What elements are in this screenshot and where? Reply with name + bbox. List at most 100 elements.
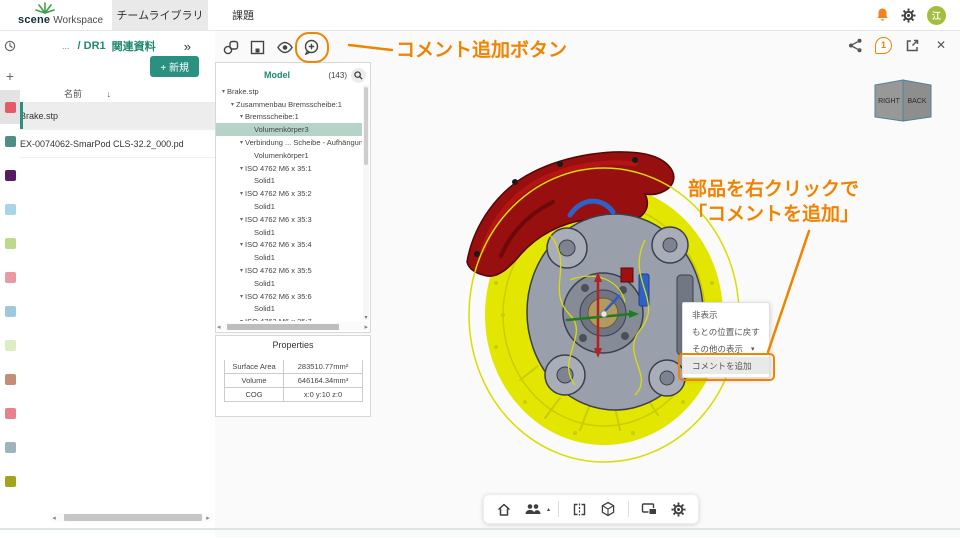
scroll-down-icon[interactable]: ▾ [363, 314, 369, 321]
tree-row[interactable]: ▾ Solid1 [216, 200, 362, 213]
tree-node-label: ISO 4762 M6 x 35:4 [245, 240, 312, 250]
tree-hscrollbar[interactable]: ◂ ▸ [217, 322, 369, 331]
breadcrumb-path[interactable]: / DR1 [78, 40, 106, 52]
tree-row[interactable]: ▾ Solid1 [216, 175, 362, 188]
hscroll-thumb[interactable] [226, 323, 339, 330]
collapse-panel-icon[interactable]: » [184, 39, 191, 54]
tab-issues[interactable]: 課題 [208, 0, 278, 30]
vscroll-thumb[interactable] [364, 87, 368, 165]
tree-vscrollbar[interactable]: ▾ [363, 85, 369, 321]
settings-gear-icon[interactable] [901, 7, 916, 23]
open-in-new-icon[interactable] [903, 36, 921, 54]
bottom-divider [0, 528, 960, 530]
caret-down-icon[interactable]: ▾ [240, 318, 243, 321]
tree-row[interactable]: ▾ Solid1 [216, 303, 362, 316]
color-chip[interactable] [0, 226, 20, 260]
context-menu-item[interactable]: コメントを追加 ▾ [683, 357, 769, 374]
context-menu-item[interactable]: もとの位置に戻す ▾ [683, 323, 769, 340]
tree-row[interactable]: ▾ Verbindung ... Scheibe - Aufhängun [216, 136, 362, 149]
caret-up-icon[interactable]: ▴ [547, 506, 550, 513]
share-icon[interactable] [846, 36, 864, 54]
tree-row[interactable]: ▾ Solid1 [216, 251, 362, 264]
tree-search-icon[interactable] [351, 67, 366, 83]
file-list-header[interactable]: 名前 ↓ [20, 84, 215, 103]
chip-swatch [4, 101, 16, 113]
caret-down-icon[interactable]: ▾ [240, 113, 243, 120]
visibility-eye-icon[interactable] [271, 35, 298, 59]
color-chip[interactable] [0, 260, 20, 294]
hscroll-thumb[interactable] [64, 514, 202, 521]
tab-team-library[interactable]: チームライブラリ [112, 0, 208, 30]
screen-share-icon[interactable] [637, 497, 661, 521]
viewer-settings-gear-icon[interactable] [666, 497, 690, 521]
notifications-bell-icon[interactable] [875, 7, 890, 23]
new-file-button[interactable]: + 新規 [150, 56, 199, 77]
color-chip[interactable] [0, 430, 20, 464]
context-menu-item[interactable]: 非表示 ▾ [683, 306, 769, 323]
left-rail: + [0, 30, 21, 538]
context-menu-item[interactable]: その他の表示 ▾ [683, 340, 769, 357]
model-cube-icon[interactable] [596, 497, 620, 521]
color-chip[interactable] [0, 464, 20, 498]
viewer-3d[interactable]: Model (143) ▾ Brake.stp ▾ Zusammenbau Br… [215, 30, 960, 538]
file-panel-hscrollbar[interactable]: ◂ ▸ [50, 513, 212, 522]
color-chip[interactable] [0, 328, 20, 362]
properties-title: Properties [272, 340, 314, 350]
caret-down-icon[interactable]: ▾ [240, 267, 243, 274]
color-chip[interactable] [0, 158, 20, 192]
tree-row[interactable]: ▾ Volumenkörper1 [216, 149, 362, 162]
caret-down-icon[interactable]: ▾ [240, 216, 243, 223]
tree-row[interactable]: ▾ ISO 4762 M6 x 35:7 [216, 315, 362, 321]
bounding-box-icon[interactable] [244, 35, 271, 59]
tree-row[interactable]: ▾ ISO 4762 M6 x 35:6 [216, 290, 362, 303]
tree-node-label: ISO 4762 M6 x 35:1 [245, 163, 312, 173]
tree-row[interactable]: ▾ ISO 4762 M6 x 35:2 [216, 187, 362, 200]
add-comment-icon[interactable] [298, 35, 325, 59]
file-row[interactable]: Brake.stp [20, 102, 215, 130]
caret-down-icon[interactable]: ▾ [231, 101, 234, 108]
sort-down-icon[interactable]: ↓ [107, 89, 112, 99]
color-chip[interactable] [0, 362, 20, 396]
collaboration-users-icon[interactable] [521, 497, 545, 521]
navigation-cube[interactable]: RIGHT BACK [872, 76, 934, 124]
color-chip[interactable] [0, 124, 20, 158]
tree-row[interactable]: ▾ ISO 4762 M6 x 35:1 [216, 162, 362, 175]
history-clock-icon[interactable] [0, 40, 20, 52]
tree-row[interactable]: ▾ Brake.stp [216, 85, 362, 98]
scroll-left-icon[interactable]: ◂ [217, 323, 221, 331]
caret-down-icon[interactable]: ▾ [240, 241, 243, 248]
user-avatar[interactable]: 江 [927, 5, 946, 25]
caret-down-icon[interactable]: ▾ [240, 139, 243, 146]
file-row[interactable]: EX-0074062-SmarPod CLS-32.2_000.pd [20, 130, 215, 158]
scroll-right-icon[interactable]: ▸ [204, 514, 212, 522]
close-icon[interactable]: ✕ [932, 36, 950, 54]
tree-row[interactable]: ▾ Bremsscheibe:1 [216, 111, 362, 124]
caret-down-icon[interactable]: ▾ [222, 88, 225, 95]
breadcrumb-ellipsis[interactable]: ... [62, 41, 70, 51]
suspension-knuckle[interactable] [526, 198, 704, 411]
caret-down-icon[interactable]: ▾ [240, 165, 243, 172]
tree-row[interactable]: ▾ Volumenkörper3 [216, 123, 362, 137]
tree-row[interactable]: ▾ ISO 4762 M6 x 35:5 [216, 264, 362, 277]
brand-logo[interactable]: scene Workspace [16, 1, 108, 29]
caret-down-icon[interactable]: ▾ [240, 190, 243, 197]
caret-down-icon[interactable]: ▾ [240, 293, 243, 300]
tree-row[interactable]: ▾ Solid1 [216, 277, 362, 290]
tree-row[interactable]: ▾ Zusammenbau Bremsscheibe:1 [216, 98, 362, 111]
tree-row[interactable]: ▾ ISO 4762 M6 x 35:4 [216, 239, 362, 252]
tree-row[interactable]: ▾ ISO 4762 M6 x 35:3 [216, 213, 362, 226]
instances-icon[interactable] [217, 35, 244, 59]
home-view-icon[interactable] [492, 497, 516, 521]
scroll-left-icon[interactable]: ◂ [50, 514, 58, 522]
tree-row[interactable]: ▾ Solid1 [216, 226, 362, 239]
scroll-right-icon[interactable]: ▸ [364, 323, 368, 331]
section-compare-icon[interactable] [567, 497, 591, 521]
color-chip[interactable] [0, 192, 20, 226]
color-chip[interactable] [0, 294, 20, 328]
menu-item-label: コメントを追加 [692, 360, 752, 371]
comments-count-badge[interactable]: 1 [875, 36, 892, 54]
color-chip[interactable] [0, 396, 20, 430]
file-name: EX-0074062-SmarPod CLS-32.2_000.pd [20, 138, 184, 149]
color-chip[interactable] [0, 90, 20, 124]
add-plus-icon[interactable]: + [0, 68, 20, 84]
